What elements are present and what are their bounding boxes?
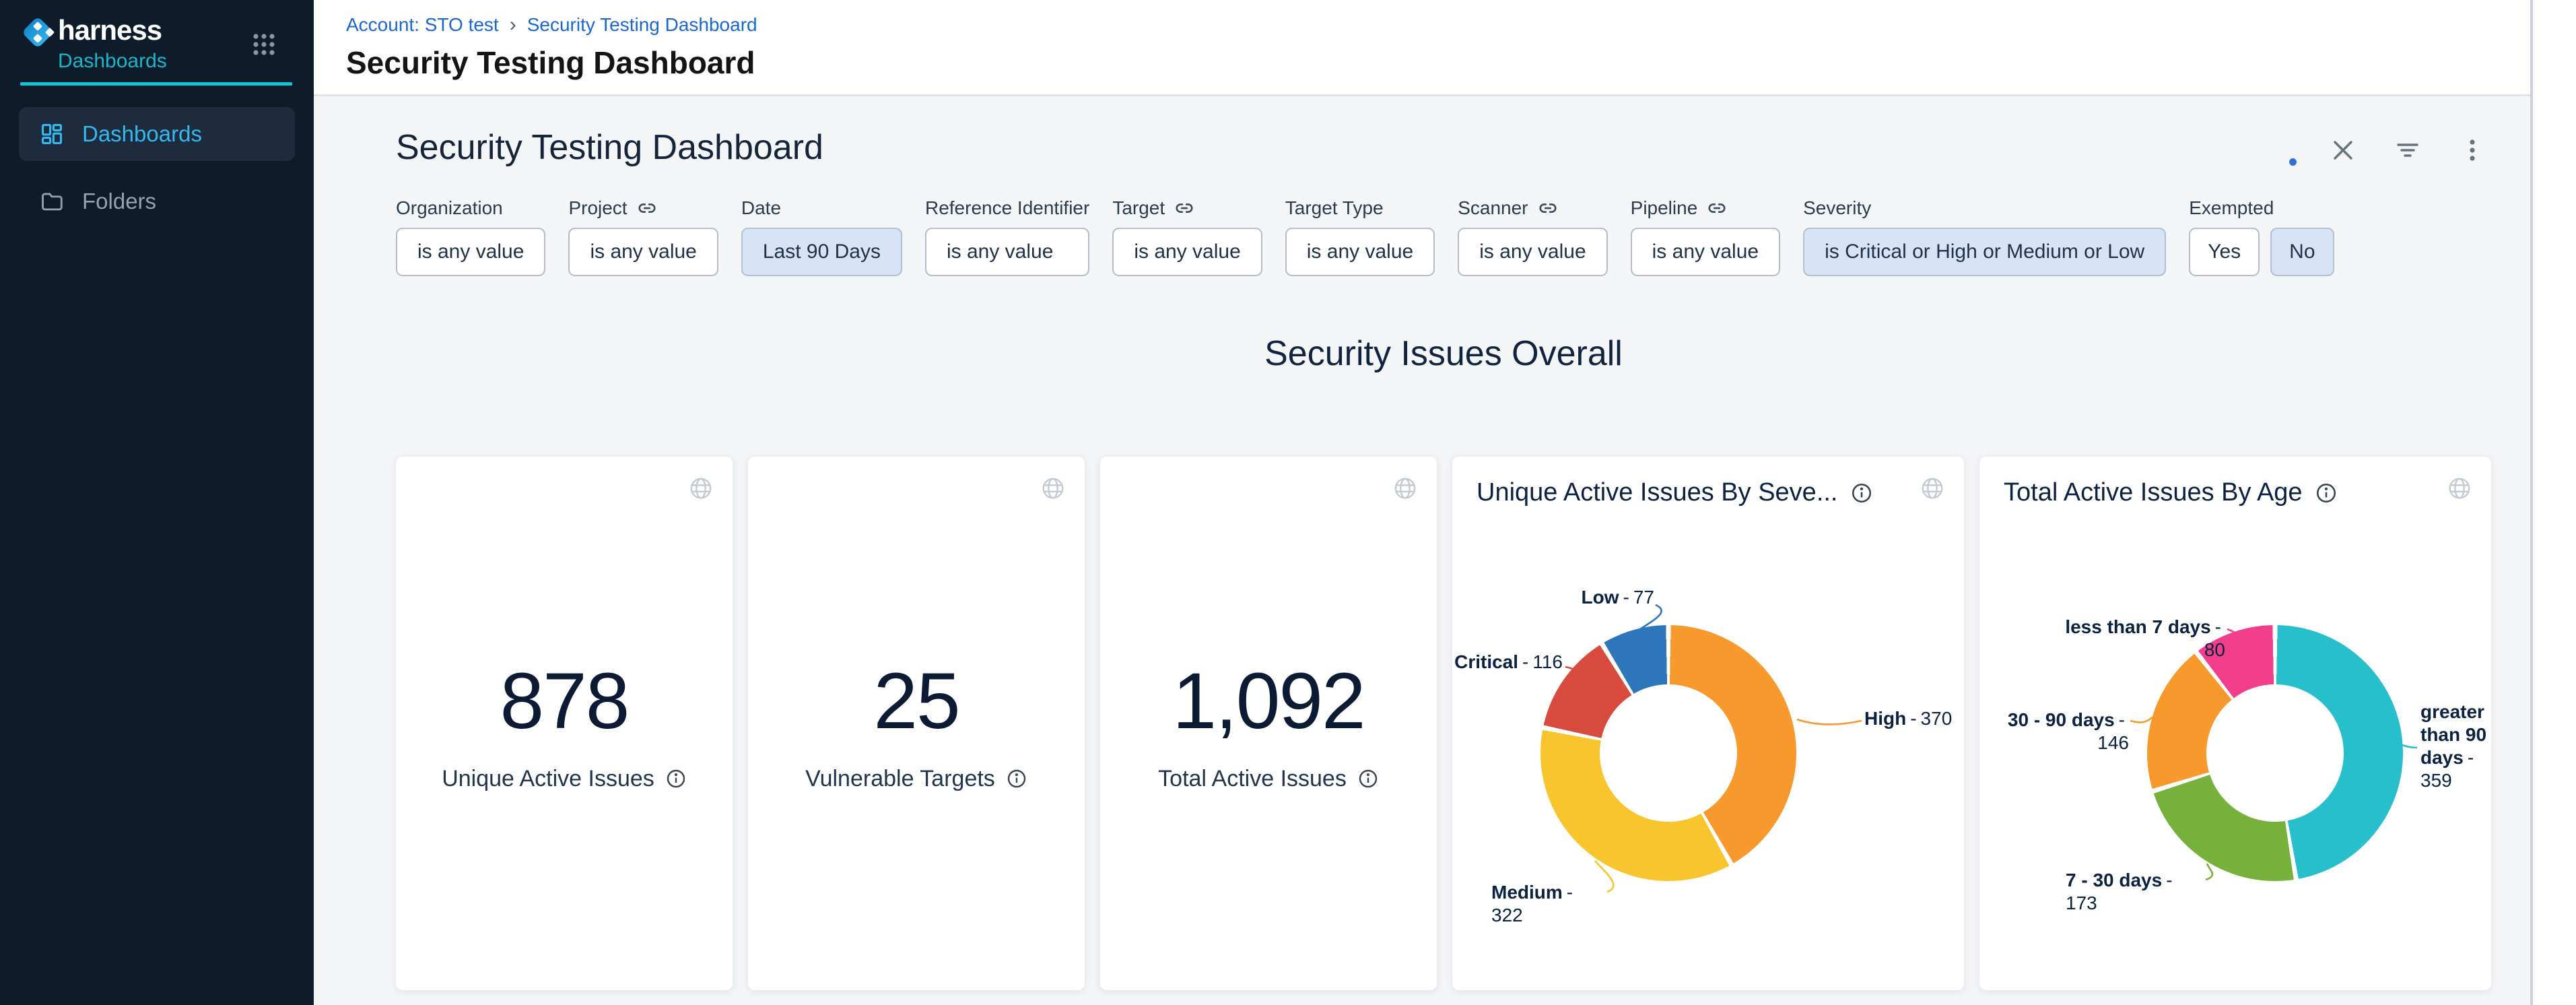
info-icon[interactable] — [1006, 768, 1027, 789]
dashboard-panel-title: Security Testing Dashboard — [396, 127, 823, 168]
dashboards-icon — [39, 121, 65, 147]
slice-label-high: High-370 — [1864, 707, 1965, 730]
sidebar-item-label: Dashboards — [82, 121, 202, 147]
section-title: Security Issues Overall — [396, 333, 2491, 371]
tile-unique-active-issues: 878 Unique Active Issues — [396, 457, 733, 990]
slice-label-critical: Critical-116 — [1454, 651, 1563, 674]
filter-exempted-yes-button[interactable]: Yes — [2189, 228, 2260, 276]
filter-bar: Organization is any value Project is any… — [396, 197, 2491, 276]
brand-name: harness — [58, 14, 162, 46]
filter-target-type: Target Type is any value — [1285, 197, 1435, 276]
sidebar-item-folders[interactable]: Folders — [19, 174, 295, 228]
dashboard-content: Security Testing Dashboard — [314, 96, 2530, 1005]
slice-label-30-90-days: 30 - 90 days-146 — [1986, 709, 2129, 754]
scrollbar-gutter[interactable] — [2530, 0, 2576, 1005]
sidebar-header: harness Dashboards — [0, 0, 314, 73]
app-switcher-grid-icon[interactable] — [252, 32, 276, 57]
module-underline — [20, 82, 292, 86]
slice-label-medium: Medium-322 — [1491, 881, 1606, 927]
filter-label: Reference Identifier — [925, 197, 1089, 219]
filter-target-type-value[interactable]: is any value — [1285, 228, 1435, 276]
panel-header: Security Testing Dashboard — [396, 96, 2491, 168]
filter-severity: Severity is Critical or High or Medium o… — [1803, 197, 2166, 276]
donut-age[interactable] — [2147, 625, 2403, 881]
filter-label: Organization — [396, 197, 503, 219]
filter-label: Scanner — [1458, 197, 1528, 219]
module-name: Dashboards — [58, 50, 167, 73]
filter-target: Target is any value — [1112, 197, 1262, 276]
sidebar-item-label: Folders — [82, 189, 156, 214]
metric-value: 25 — [873, 655, 959, 747]
globe-icon[interactable] — [1392, 476, 1418, 501]
filter-date-value[interactable]: Last 90 Days — [741, 228, 902, 276]
filter-label: Severity — [1803, 197, 1871, 219]
panel-actions — [2330, 137, 2486, 164]
breadcrumb-chevron-icon: › — [510, 13, 516, 36]
sidebar-nav: Dashboards Folders — [0, 107, 314, 228]
filter-icon[interactable] — [2394, 137, 2421, 164]
breadcrumb-account-link[interactable]: Account: STO test — [346, 14, 499, 36]
globe-icon[interactable] — [1040, 476, 1066, 501]
metric-label: Unique Active Issues — [442, 766, 654, 792]
slice-label-7-30-days: 7 - 30 days-173 — [2066, 869, 2204, 915]
filter-label: Target Type — [1285, 197, 1384, 219]
link-icon — [1707, 198, 1727, 218]
filter-label: Exempted — [2189, 197, 2274, 219]
metric-label: Total Active Issues — [1158, 766, 1347, 792]
filter-label: Project — [568, 197, 627, 219]
metric-value: 1,092 — [1172, 655, 1364, 747]
link-icon — [637, 198, 657, 218]
filter-scanner-value[interactable]: is any value — [1458, 228, 1607, 276]
link-icon — [1174, 198, 1194, 218]
sidebar-item-dashboards[interactable]: Dashboards — [19, 107, 295, 161]
filter-organization: Organization is any value — [396, 197, 545, 276]
filter-scanner: Scanner is any value — [1458, 197, 1607, 276]
tiles-row: 878 Unique Active Issues — [396, 457, 2491, 990]
folder-icon — [39, 189, 65, 214]
slice-label-less-than-7-days: less than 7 days-80 — [2060, 616, 2225, 661]
sidebar: harness Dashboards — [0, 0, 314, 1005]
tile-total-active-issues: 1,092 Total Active Issues — [1100, 457, 1437, 990]
filter-pipeline-value[interactable]: is any value — [1631, 228, 1780, 276]
tile-total-active-issues-by-age: Total Active Issues By Age — [1979, 457, 2491, 990]
tile-unique-active-issues-by-severity: Unique Active Issues By Seve... — [1452, 457, 1964, 990]
page-title: Security Testing Dashboard — [346, 44, 2530, 81]
filter-exempted-no-button[interactable]: No — [2270, 228, 2334, 276]
filter-organization-value[interactable]: is any value — [396, 228, 545, 276]
filter-severity-value[interactable]: is Critical or High or Medium or Low — [1803, 228, 2166, 276]
filter-project-value[interactable]: is any value — [568, 228, 718, 276]
info-icon[interactable] — [665, 768, 687, 789]
metric-value: 878 — [500, 655, 629, 747]
cursor-dot — [2289, 158, 2297, 166]
severity-donut-chart: Low-77 Critical-116 High-370 Medium-322 — [1452, 457, 1964, 990]
globe-icon[interactable] — [688, 476, 714, 501]
info-icon[interactable] — [1357, 768, 1379, 789]
filter-label: Target — [1112, 197, 1165, 219]
metric-label: Vulnerable Targets — [805, 766, 995, 792]
security-testing-dashboard-app: harness Dashboards — [0, 0, 2576, 1005]
filter-label: Pipeline — [1631, 197, 1698, 219]
main-area: Account: STO test › Security Testing Das… — [314, 0, 2530, 1005]
filter-reference-identifier-value[interactable]: is any value — [925, 228, 1089, 276]
breadcrumb: Account: STO test › Security Testing Das… — [346, 13, 2530, 36]
tile-vulnerable-targets: 25 Vulnerable Targets — [748, 457, 1085, 990]
link-icon — [1538, 198, 1558, 218]
donut-severity[interactable] — [1540, 625, 1796, 881]
breadcrumb-page-link[interactable]: Security Testing Dashboard — [527, 14, 757, 36]
kebab-menu-icon[interactable] — [2459, 137, 2486, 164]
filter-project: Project is any value — [568, 197, 718, 276]
filter-date: Date Last 90 Days — [741, 197, 902, 276]
top-header: Account: STO test › Security Testing Das… — [314, 0, 2530, 96]
filter-exempted: Exempted Yes No — [2189, 197, 2334, 276]
close-icon[interactable] — [2330, 137, 2357, 164]
filter-pipeline: Pipeline is any value — [1631, 197, 1780, 276]
slice-label-greater-than-90-days: greater than 90 days-359 — [2420, 701, 2496, 792]
brand-block: harness Dashboards — [58, 15, 167, 73]
filter-reference-identifier: Reference Identifier is any value — [925, 197, 1089, 276]
harness-logo-icon[interactable] — [20, 15, 55, 50]
filter-target-value[interactable]: is any value — [1112, 228, 1262, 276]
slice-label-low: Low-77 — [1547, 586, 1654, 609]
filter-label: Date — [741, 197, 781, 219]
age-donut-chart: less than 7 days-80 30 - 90 days-146 gre… — [1979, 457, 2491, 990]
